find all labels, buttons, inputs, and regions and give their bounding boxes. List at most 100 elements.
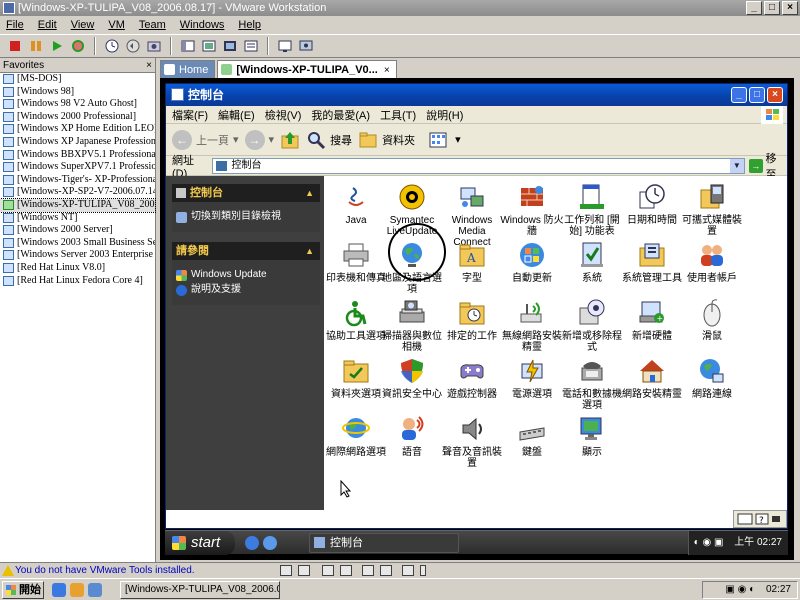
favorite-vm-item[interactable]: [Red Hat Linux Fedora Core 4] bbox=[0, 275, 155, 288]
sound-device-icon[interactable] bbox=[380, 565, 392, 576]
vmware-tools-message[interactable]: You do not have VMware Tools installed. bbox=[15, 563, 195, 578]
favorite-vm-item[interactable]: [Red Hat Linux V8.0] bbox=[0, 262, 155, 275]
guest-maximize-button[interactable]: □ bbox=[749, 87, 765, 103]
network-icon[interactable] bbox=[322, 565, 334, 576]
switch-to-category-view-link[interactable]: 切換到類別目錄檢視 bbox=[176, 211, 316, 223]
favorite-vm-item-selected[interactable]: [Windows-XP-TULIPA_V08_2006. bbox=[0, 197, 156, 213]
tab-active-vm[interactable]: [Windows-XP-TULIPA_V0... × bbox=[217, 60, 397, 78]
favorite-vm-item[interactable]: [Windows 2000 Professional] bbox=[0, 111, 155, 124]
back-button[interactable]: ← 上一頁 ▾ bbox=[172, 129, 239, 150]
favorite-vm-item[interactable]: [Windows-XP-SP2-V7-2006.07.14_ bbox=[0, 186, 155, 199]
tab-close-button[interactable]: × bbox=[384, 65, 390, 76]
guest-taskbar-button-control-panel[interactable]: 控制台 bbox=[309, 533, 459, 553]
favorites-close-button[interactable]: × bbox=[146, 58, 152, 73]
guest-menu-favorites[interactable]: 我的最愛(A) bbox=[311, 107, 370, 123]
task-pane-heading[interactable]: 請參閱 ▲ bbox=[172, 242, 320, 260]
host-taskbar-button-vmware[interactable]: [Windows-XP-TULIPA_V08_2006.08.17] - VMw… bbox=[120, 581, 280, 599]
cp-item-java[interactable]: Java bbox=[324, 182, 388, 226]
hard-disk-icon[interactable] bbox=[280, 565, 292, 576]
cp-item-sounds-audio[interactable]: 聲音及音訊裝置 bbox=[440, 414, 504, 469]
cp-item-windows-media-connect[interactable]: Windows Media Connect bbox=[440, 182, 504, 248]
cp-item-wireless-network-wizard[interactable]: 無線網路安裝精靈 bbox=[500, 298, 564, 353]
cp-item-accessibility[interactable]: 協助工具選項 bbox=[324, 298, 388, 342]
cp-item-fonts[interactable]: A 字型 bbox=[440, 240, 504, 284]
cp-item-windows-firewall[interactable]: Windows 防火牆 bbox=[500, 182, 564, 237]
folders-button[interactable]: 資料夾 bbox=[358, 130, 415, 150]
cp-item-mouse[interactable]: 滑鼠 bbox=[680, 298, 744, 342]
favorite-vm-item[interactable]: [Windows NT] bbox=[0, 212, 155, 225]
cp-item-display[interactable]: 顯示 bbox=[560, 414, 624, 458]
cp-item-network-connections[interactable]: 網路連線 bbox=[680, 356, 744, 400]
favorite-vm-item[interactable]: [MS-DOS] bbox=[0, 73, 155, 86]
full-screen-icon[interactable] bbox=[221, 37, 239, 55]
cp-item-printers-faxes[interactable]: 印表機和傳真 bbox=[324, 240, 388, 284]
quick-launch-icon[interactable] bbox=[263, 536, 277, 550]
cp-item-user-accounts[interactable]: 使用者帳戶 bbox=[680, 240, 744, 284]
search-button[interactable]: 搜尋 bbox=[306, 130, 352, 150]
guest-minimize-button[interactable]: _ bbox=[731, 87, 747, 103]
revert-icon[interactable] bbox=[124, 37, 142, 55]
quick-launch-icon[interactable] bbox=[70, 583, 84, 597]
console-view-icon[interactable] bbox=[276, 37, 294, 55]
cp-item-network-setup-wizard[interactable]: 網路安裝精靈 bbox=[620, 356, 684, 400]
favorite-vm-item[interactable]: [Windows BBXPV5.1 Professional] bbox=[0, 149, 155, 162]
menu-team[interactable]: Team bbox=[139, 19, 166, 31]
menu-view[interactable]: View bbox=[71, 19, 95, 31]
quick-launch-icon[interactable] bbox=[88, 583, 102, 597]
cp-item-taskbar-start-menu[interactable]: 工作列和 [開始] 功能表 bbox=[560, 182, 624, 237]
guest-menu-file[interactable]: 檔案(F) bbox=[172, 107, 208, 123]
floppy-icon[interactable] bbox=[340, 565, 352, 576]
reset-button[interactable] bbox=[69, 37, 87, 55]
views-button[interactable]: ▾ bbox=[429, 131, 461, 149]
summary-view-icon[interactable] bbox=[242, 37, 260, 55]
guest-language-bar[interactable]: ? bbox=[733, 510, 787, 528]
cp-item-folder-options[interactable]: 資料夾選項 bbox=[324, 356, 388, 400]
cp-item-scanners-cameras[interactable]: 掃描器與數位相機 bbox=[380, 298, 444, 353]
ie-quick-launch-icon[interactable] bbox=[245, 536, 259, 550]
ie-quick-launch-icon[interactable] bbox=[52, 583, 66, 597]
menu-help[interactable]: Help bbox=[238, 19, 261, 31]
menu-windows[interactable]: Windows bbox=[180, 19, 225, 31]
favorite-vm-item[interactable]: [Windows XP Japanese Professional bbox=[0, 136, 155, 149]
cp-item-security-center[interactable]: 資訊安全中心 bbox=[380, 356, 444, 400]
cp-item-phone-modem[interactable]: 電話和數據機選項 bbox=[560, 356, 624, 411]
forward-button[interactable]: → ▾ bbox=[244, 129, 274, 150]
favorite-vm-item[interactable]: [Windows-Tiger's- XP-Professional- bbox=[0, 174, 155, 187]
help-icon[interactable] bbox=[402, 565, 414, 576]
guest-menu-tools[interactable]: 工具(T) bbox=[380, 107, 416, 123]
guest-menu-help[interactable]: 說明(H) bbox=[426, 107, 463, 123]
collapse-icon[interactable]: ▲ bbox=[305, 242, 314, 260]
suspend-button[interactable] bbox=[27, 37, 45, 55]
host-start-button[interactable]: 開始 bbox=[2, 581, 44, 599]
power-off-button[interactable] bbox=[6, 37, 24, 55]
favorite-vm-item[interactable]: [Windows XP Home Edition LEO] bbox=[0, 123, 155, 136]
guest-close-button[interactable]: × bbox=[767, 87, 783, 103]
menu-edit[interactable]: Edit bbox=[38, 19, 57, 31]
cp-item-add-hardware[interactable]: + 新增硬體 bbox=[620, 298, 684, 342]
up-button[interactable] bbox=[280, 130, 300, 150]
favorite-vm-item[interactable]: [Windows 98 V2 Auto Ghost] bbox=[0, 98, 155, 111]
menu-file[interactable]: File bbox=[6, 19, 24, 31]
maximize-button[interactable]: □ bbox=[764, 1, 780, 15]
usb-icon[interactable] bbox=[362, 565, 374, 576]
collapse-icon[interactable]: ▲ bbox=[305, 184, 314, 202]
minimize-button[interactable]: _ bbox=[746, 1, 762, 15]
task-pane-heading[interactable]: 控制台 ▲ bbox=[172, 184, 320, 202]
cdrom-icon[interactable] bbox=[298, 565, 310, 576]
favorite-vm-item[interactable]: [Windows Server 2003 Enterprise E bbox=[0, 249, 155, 262]
cp-item-internet-options[interactable]: 網際網路選項 bbox=[324, 414, 388, 458]
cp-item-date-time[interactable]: 日期和時間 bbox=[620, 182, 684, 226]
snapshot-manager-icon[interactable] bbox=[145, 37, 163, 55]
cp-item-portable-media[interactable]: 可攜式媒體裝置 bbox=[680, 182, 744, 237]
guest-start-button[interactable]: start bbox=[165, 531, 235, 555]
favorite-vm-item[interactable]: [Windows SuperXPV7.1 Professiona bbox=[0, 161, 155, 174]
tray-icons[interactable]: ▣ ◉ ◐ bbox=[725, 584, 755, 595]
snapshot-icon[interactable] bbox=[103, 37, 121, 55]
sidebar-toggle-icon[interactable] bbox=[179, 37, 197, 55]
guest-menu-edit[interactable]: 編輯(E) bbox=[218, 107, 255, 123]
cp-item-keyboard[interactable]: 鍵盤 bbox=[500, 414, 564, 458]
cp-item-game-controllers[interactable]: 遊戲控制器 bbox=[440, 356, 504, 400]
cp-item-scheduled-tasks[interactable]: 排定的工作 bbox=[440, 298, 504, 342]
cp-item-power-options[interactable]: 電源選項 bbox=[500, 356, 564, 400]
chevron-down-icon[interactable]: ▼ bbox=[729, 158, 744, 173]
